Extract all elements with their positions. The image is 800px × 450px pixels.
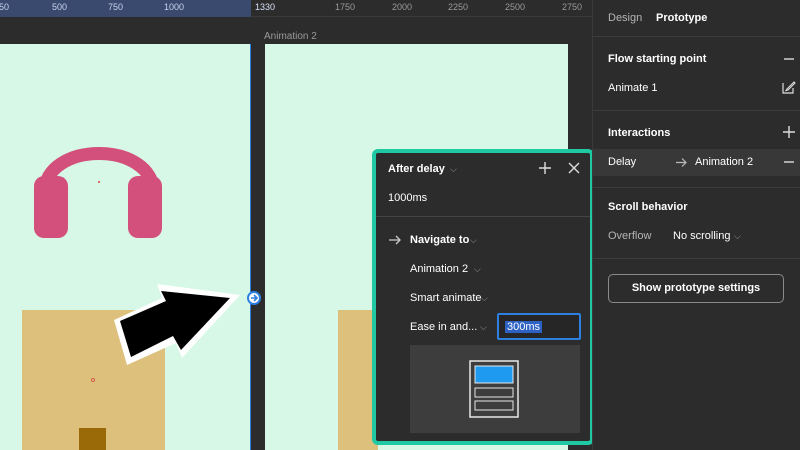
show-prototype-settings-button[interactable]: Show prototype settings	[608, 274, 784, 303]
arrow-right-icon	[676, 158, 687, 167]
ruler-tick: 1750	[335, 2, 356, 12]
ruler-tick: 250	[0, 2, 10, 12]
flow-section-title: Flow starting point	[608, 53, 707, 65]
plus-icon[interactable]	[538, 161, 552, 175]
destination-select[interactable]: Animation 2 ⌵	[376, 262, 590, 278]
easing-label: Ease in and...	[410, 321, 478, 333]
interaction-target: Animation 2	[695, 156, 754, 168]
trigger-label: After delay	[388, 163, 445, 175]
animation-preview	[410, 345, 580, 433]
properties-panel: Design Prototype Flow starting point Ani…	[592, 0, 800, 450]
interaction-trigger: Delay	[608, 156, 637, 168]
chevron-down-icon: ⌵	[450, 164, 457, 174]
horizontal-ruler: 250 500 750 1000 1330 1750 2000 2250 250…	[0, 0, 592, 17]
ruler-tick: 1330	[255, 2, 276, 12]
frame-2-label[interactable]: Animation 2	[264, 31, 317, 42]
frame-selection-edge	[250, 44, 251, 450]
chevron-down-icon: ⌵	[474, 264, 481, 274]
delay-value[interactable]: 1000ms	[388, 192, 427, 204]
overflow-select[interactable]: No scrolling ⌵	[673, 228, 753, 244]
interaction-row[interactable]: Delay Animation 2	[593, 149, 800, 176]
animation-select[interactable]: Smart animate ⌵	[376, 291, 590, 307]
ruler-tick: 2000	[392, 2, 413, 12]
add-interaction-icon[interactable]	[783, 126, 795, 138]
preview-frame-icon	[469, 360, 519, 418]
ruler-tick: 2750	[562, 2, 583, 12]
ruler-tick: 2500	[505, 2, 526, 12]
interactions-section-title: Interactions	[608, 127, 671, 139]
close-icon[interactable]	[567, 161, 581, 175]
ruler-tick: 750	[108, 2, 124, 12]
remove-interaction-icon[interactable]	[783, 157, 795, 167]
tab-prototype[interactable]: Prototype	[656, 12, 707, 24]
scroll-section-title: Scroll behavior	[608, 201, 688, 213]
divider	[593, 36, 800, 37]
headphones-icon[interactable]	[34, 147, 162, 239]
ruler-tick: 1000	[164, 2, 185, 12]
divider	[593, 110, 800, 111]
tutorial-overlay	[114, 284, 261, 365]
chevron-down-icon: ⌵	[480, 322, 487, 332]
connection-handle-icon[interactable]	[247, 291, 261, 305]
overflow-value: No scrolling	[673, 230, 731, 242]
minus-icon[interactable]	[783, 54, 795, 64]
animation-label: Smart animate	[410, 292, 482, 304]
door-shape[interactable]	[79, 428, 106, 450]
frame-1-artwork	[22, 147, 165, 450]
edit-icon[interactable]	[782, 80, 796, 94]
anchor-dot	[98, 181, 100, 183]
duration-value: 300ms	[505, 321, 543, 333]
big-arrow-pointer-icon	[114, 284, 240, 365]
ruler-tick: 2250	[448, 2, 469, 12]
chevron-down-icon: ⌵	[470, 235, 477, 245]
easing-select[interactable]: Ease in and... ⌵	[376, 320, 492, 336]
divider	[593, 187, 800, 188]
chevron-down-icon: ⌵	[481, 293, 488, 303]
flow-name[interactable]: Animate 1	[608, 82, 658, 94]
ruler-selection-highlight	[0, 0, 251, 17]
divider	[376, 216, 590, 217]
ruler-tick: 500	[52, 2, 68, 12]
tab-design[interactable]: Design	[608, 12, 642, 24]
overflow-label: Overflow	[608, 230, 652, 242]
trigger-select[interactable]: After delay ⌵	[376, 161, 590, 179]
frame-animate-1[interactable]	[0, 44, 251, 450]
divider	[593, 258, 800, 259]
destination-label: Animation 2	[410, 263, 469, 275]
chevron-down-icon: ⌵	[734, 231, 741, 241]
interaction-details-popup[interactable]: After delay ⌵ 1000ms Navigate to ⌵ Anima…	[372, 149, 594, 445]
action-select[interactable]: Navigate to ⌵	[376, 233, 590, 249]
duration-input[interactable]: 300ms	[497, 313, 581, 340]
action-label: Navigate to	[410, 234, 470, 246]
